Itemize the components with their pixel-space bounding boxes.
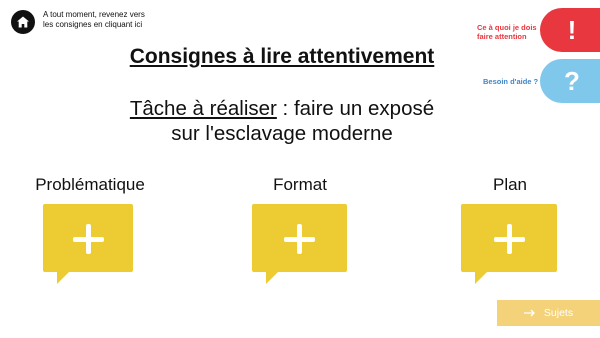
arrow-right-icon (523, 309, 535, 317)
subjects-label: Sujets (543, 307, 574, 319)
exclamation-icon: ! (567, 14, 577, 45)
task-description: Tâche à réaliser : faire un exposé sur l… (0, 96, 564, 146)
card-label-format: Format (273, 175, 327, 194)
subjects-button[interactable]: Sujets (497, 300, 600, 326)
problematique-button[interactable] (43, 204, 139, 284)
format-button[interactable] (252, 204, 348, 284)
task-line2: sur l'esclavage moderne (171, 122, 393, 145)
card-label-problematique: Problématique (35, 175, 145, 194)
attention-label: Ce à quoi je dois faire attention (477, 23, 537, 41)
attention-button[interactable]: ! (540, 8, 600, 52)
help-button[interactable]: ? (540, 59, 600, 103)
home-hint: A tout moment, revenez vers les consigne… (43, 10, 145, 29)
plus-icon (461, 204, 557, 284)
page-title: Consignes à lire attentivement (129, 45, 435, 68)
home-icon (17, 16, 29, 28)
home-button[interactable] (11, 10, 35, 34)
card-label-plan: Plan (492, 175, 528, 194)
plus-icon (43, 204, 133, 284)
task-line1: : faire un exposé (276, 97, 435, 120)
plan-button[interactable] (461, 204, 557, 284)
task-label: Tâche à réaliser (129, 97, 277, 120)
plus-icon (252, 204, 347, 284)
question-icon: ? (564, 65, 580, 96)
